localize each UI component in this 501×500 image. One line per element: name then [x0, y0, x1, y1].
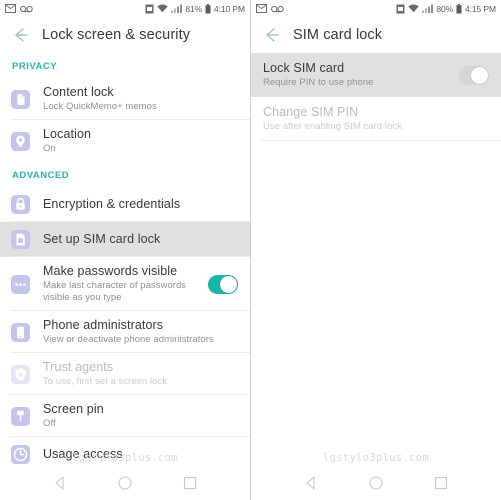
list-item-title: Change SIM PIN [263, 105, 359, 119]
message-icon [5, 4, 16, 13]
battery-icon [205, 3, 211, 13]
app-bar: Lock screen & security [0, 17, 250, 53]
back-nav-icon[interactable] [51, 474, 69, 492]
signal-icon [171, 4, 183, 13]
list-item-make-passwords-visible[interactable]: Make passwords visible Make last charact… [0, 257, 250, 311]
list-item-content-lock[interactable]: Content lock Lock QuickMemo+ memos [0, 78, 250, 120]
battery-percent-label: 80% [436, 3, 454, 14]
list-item-text: Usage access [43, 447, 238, 462]
list-item-phone-administrators[interactable]: Phone administrators View or deactivate … [0, 311, 250, 353]
list-item-title: Lock SIM card [263, 61, 345, 75]
home-nav-icon[interactable] [116, 474, 134, 492]
list-item-title: Phone administrators [43, 318, 164, 332]
list-item-lock-sim-card[interactable]: Lock SIM card Require PIN to use phone [251, 53, 501, 97]
list-item-title: Location [43, 127, 92, 141]
lock-sim-card-toggle[interactable] [459, 65, 489, 85]
status-bar: 80% 4:15 PM [251, 0, 501, 17]
sim-icon [396, 4, 405, 13]
list-item-title: Trust agents [43, 360, 114, 374]
password-dots-icon [11, 274, 30, 294]
list-item-text: Phone administrators View or deactivate … [43, 318, 238, 346]
voicemail-icon [20, 5, 33, 12]
make-passwords-visible-toggle[interactable] [208, 274, 238, 294]
list-item-location[interactable]: Location On [0, 120, 250, 162]
location-pin-icon [11, 131, 30, 151]
list-item-subtitle: Off [43, 418, 56, 429]
right-phone-screen: 80% 4:15 PM SIM card lock Lock SIM card … [250, 0, 501, 500]
wifi-icon [157, 4, 168, 13]
screen-pin-icon [11, 406, 30, 426]
list-item-title: Set up SIM card lock [43, 232, 161, 246]
page-title: SIM card lock [293, 27, 383, 43]
toggle-knob [220, 275, 237, 293]
toggle-knob [471, 66, 488, 84]
status-bar: 81% 4:10 PM [0, 0, 250, 17]
list-item-subtitle: Lock QuickMemo+ memos [43, 101, 157, 112]
clock-label: 4:15 PM [465, 3, 496, 14]
list-item-text: Screen pin Off [43, 402, 238, 430]
list-item-text: Make passwords visible Make last charact… [43, 264, 200, 304]
lock-icon [11, 195, 30, 214]
list-item-text: Encryption & credentials [43, 197, 238, 212]
battery-icon [456, 3, 462, 13]
list-item-subtitle: Use after enabling SIM card lock [263, 121, 402, 132]
phone-icon [11, 322, 30, 342]
status-bar-left-icons [256, 4, 284, 13]
left-phone-screen: 81% 4:10 PM Lock screen & security PRIVA… [0, 0, 250, 500]
status-bar-right-icons: 80% 4:15 PM [396, 3, 496, 14]
recents-nav-icon[interactable] [432, 474, 450, 492]
section-header-privacy: PRIVACY [12, 61, 58, 72]
list-item-text: Location On [43, 127, 238, 155]
status-bar-right-icons: 81% 4:10 PM [145, 3, 245, 14]
list-item-title: Content lock [43, 85, 114, 99]
list-item-subtitle: To use, first set a screen lock [43, 376, 168, 387]
back-nav-icon[interactable] [302, 474, 320, 492]
list-item-subtitle: On [43, 143, 56, 154]
back-arrow-icon[interactable] [261, 25, 281, 45]
list-item-text: Change SIM PIN Use after enabling SIM ca… [263, 105, 489, 133]
list-item-subtitle: Require PIN to use phone [263, 77, 374, 88]
signal-icon [422, 4, 434, 13]
document-icon [11, 89, 30, 109]
voicemail-icon [271, 5, 284, 12]
sim-card-icon [11, 230, 30, 249]
sim-icon [145, 4, 154, 13]
section-header-advanced: ADVANCED [12, 170, 70, 181]
list-item-subtitle: Make last character of passwords visible… [43, 280, 187, 303]
list-item-subtitle: View or deactivate phone administrators [43, 334, 214, 345]
list-item-set-up-sim-card-lock[interactable]: Set up SIM card lock [0, 222, 250, 257]
list-item-usage-access[interactable]: Usage access [0, 437, 250, 466]
trust-agent-icon [11, 364, 30, 384]
list-item-title: Encryption & credentials [43, 197, 181, 211]
message-icon [256, 4, 267, 13]
clock-label: 4:10 PM [214, 3, 245, 14]
list-item-trust-agents[interactable]: Trust agents To use, first set a screen … [0, 353, 250, 395]
list-item-text: Set up SIM card lock [43, 232, 238, 247]
list-item-text: Content lock Lock QuickMemo+ memos [43, 85, 238, 113]
list-item-title: Usage access [43, 447, 123, 461]
home-nav-icon[interactable] [367, 474, 385, 492]
status-bar-left-icons [5, 4, 33, 13]
list-item-text: Trust agents To use, first set a screen … [43, 360, 238, 388]
list-item-text: Lock SIM card Require PIN to use phone [263, 61, 451, 89]
navigation-bar[interactable] [251, 466, 501, 500]
battery-percent-label: 81% [185, 3, 203, 14]
recents-nav-icon[interactable] [181, 474, 199, 492]
dual-screenshot: 81% 4:10 PM Lock screen & security PRIVA… [0, 0, 501, 500]
list-item-title: Screen pin [43, 402, 104, 416]
page-title: Lock screen & security [42, 27, 191, 43]
list-item-change-sim-pin[interactable]: Change SIM PIN Use after enabling SIM ca… [251, 97, 501, 141]
wifi-icon [408, 4, 419, 13]
back-arrow-icon[interactable] [10, 25, 30, 45]
settings-list[interactable]: PRIVACY Content lock Lock QuickMemo+ mem… [0, 53, 250, 466]
list-item-screen-pin[interactable]: Screen pin Off [0, 395, 250, 437]
clock-icon [11, 445, 30, 464]
sim-lock-list[interactable]: Lock SIM card Require PIN to use phone C… [251, 53, 501, 466]
list-item-encryption-credentials[interactable]: Encryption & credentials [0, 187, 250, 222]
list-item-title: Make passwords visible [43, 264, 178, 278]
app-bar: SIM card lock [251, 17, 501, 53]
navigation-bar[interactable] [0, 466, 250, 500]
